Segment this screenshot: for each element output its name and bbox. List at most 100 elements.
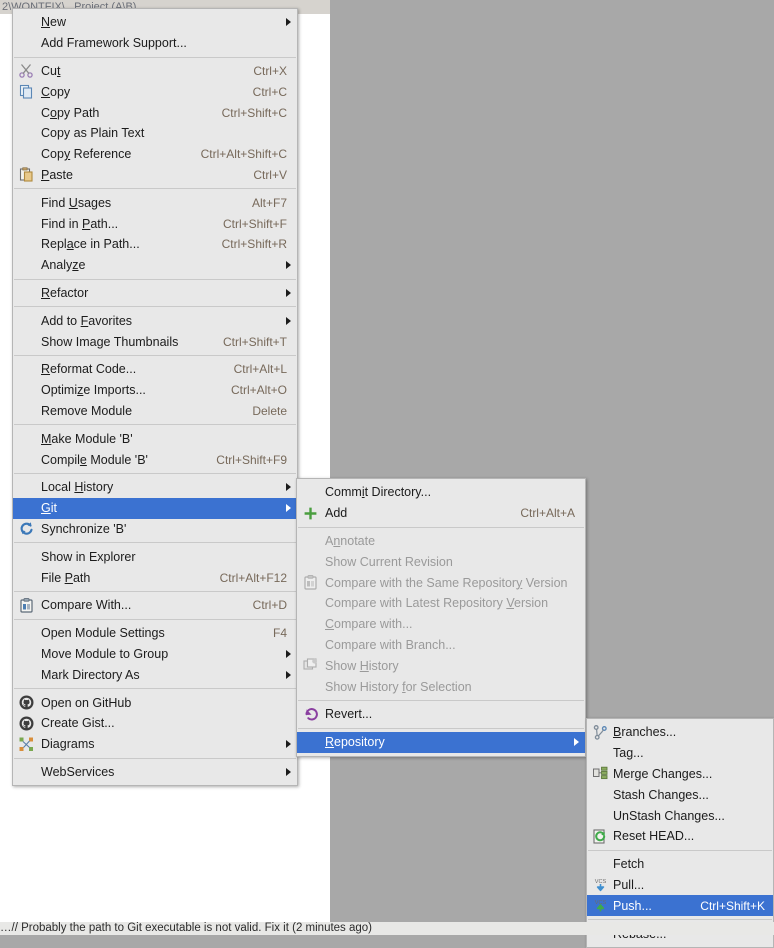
menu-item-accelerator: Ctrl+Alt+O	[230, 383, 287, 398]
menu-item-diagrams[interactable]: Diagrams	[13, 734, 297, 755]
project-context-menu[interactable]: New Add Framework Support... Cut Ctrl+X Copy…	[12, 8, 298, 787]
menu-separator	[14, 590, 296, 592]
menu-item-refactor[interactable]: Refactor	[13, 283, 297, 304]
menu-item-accelerator: Ctrl+C	[252, 84, 287, 99]
menu-item-add-framework-support[interactable]: Add Framework Support...	[13, 33, 297, 54]
menu-item-label: Show in Explorer	[41, 549, 136, 564]
menu-item-label: UnStash Changes...	[613, 808, 725, 823]
menu-item-label: Reformat Code...	[41, 362, 137, 377]
menu-separator	[588, 849, 772, 851]
menu-item-label: Optimize Imports...	[41, 383, 146, 398]
menu-item-show-in-explorer[interactable]: Show in Explorer	[13, 546, 297, 567]
menu-item-compare-with-branch: Compare with Branch...	[297, 635, 585, 656]
menu-separator	[14, 472, 296, 474]
menu-item-accelerator: Ctrl+V	[253, 167, 287, 182]
menu-item-find-in-path[interactable]: Find in Path... Ctrl+Shift+F	[13, 213, 297, 234]
repository-submenu[interactable]: Branches... Tag... Merge Changes... Stash C…	[586, 718, 774, 948]
status-bar: …// Probably the path to Git executable …	[0, 922, 774, 935]
menu-item-copy-reference[interactable]: Copy Reference Ctrl+Alt+Shift+C	[13, 144, 297, 165]
menu-item-label: Copy Path	[41, 105, 100, 120]
menu-item-remove-module[interactable]: Remove Module Delete	[13, 401, 297, 422]
menu-separator	[298, 727, 584, 729]
menu-item-show-image-thumbnails[interactable]: Show Image Thumbnails Ctrl+Shift+T	[13, 331, 297, 352]
vcs-push-icon: VCS	[592, 897, 609, 914]
compare-icon	[18, 597, 35, 614]
menu-item-create-gist[interactable]: Create Gist...	[13, 713, 297, 734]
menu-item-label: WebServices	[41, 764, 115, 779]
menu-item-local-history[interactable]: Local History	[13, 477, 297, 498]
menu-item-webservices[interactable]: WebServices	[13, 762, 297, 783]
menu-item-git[interactable]: Git	[13, 497, 297, 519]
menu-item-merge-changes[interactable]: Merge Changes...	[587, 764, 773, 785]
menu-item-label: Open Module Settings	[41, 626, 165, 641]
menu-item-accelerator: Ctrl+Shift+C	[221, 105, 287, 120]
menu-item-label: Compare with the Same Repository Version	[325, 575, 568, 590]
menu-item-pull[interactable]: VCS Pull...	[587, 875, 773, 896]
menu-item-revert[interactable]: Revert...	[297, 704, 585, 725]
menu-item-label: Make Module 'B'	[41, 431, 133, 446]
menu-item-find-usages[interactable]: Find Usages Alt+F7	[13, 192, 297, 213]
menu-item-accelerator: Ctrl+Shift+F9	[216, 452, 287, 467]
menu-item-accelerator: Ctrl+Alt+F12	[219, 570, 287, 585]
menu-item-label: Annotate	[325, 533, 376, 548]
menu-item-add-to-favorites[interactable]: Add to Favorites	[13, 310, 297, 331]
menu-item-cut[interactable]: Cut Ctrl+X	[13, 61, 297, 82]
menu-item-accelerator: Ctrl+Shift+T	[222, 334, 287, 349]
menu-item-analyze[interactable]: Analyze	[13, 255, 297, 276]
submenu-arrow-icon	[286, 261, 291, 270]
menu-item-copy[interactable]: Copy Ctrl+C	[13, 81, 297, 102]
menu-item-push[interactable]: VCS Push... Ctrl+Shift+K	[587, 895, 773, 917]
menu-item-label: Cut	[41, 63, 61, 78]
diagrams-icon	[18, 736, 35, 753]
compare-icon	[302, 574, 319, 591]
git-submenu[interactable]: Commit Directory... Add Ctrl+Alt+A Annotate…	[296, 478, 586, 757]
menu-item-move-module-to-group[interactable]: Move Module to Group	[13, 644, 297, 665]
menu-item-label: Paste	[41, 167, 73, 182]
menu-item-accelerator: F4	[272, 626, 287, 641]
menu-item-add[interactable]: Add Ctrl+Alt+A	[297, 503, 585, 524]
menu-item-copy-path[interactable]: Copy Path Ctrl+Shift+C	[13, 102, 297, 123]
menu-item-copy-as-plain-text[interactable]: Copy as Plain Text	[13, 123, 297, 144]
submenu-arrow-icon	[286, 483, 291, 492]
menu-item-branches[interactable]: Branches...	[587, 722, 773, 743]
menu-item-paste[interactable]: Paste Ctrl+V	[13, 165, 297, 186]
menu-item-label: Compare with Latest Repository Version	[325, 596, 549, 611]
menu-item-reformat-code[interactable]: Reformat Code... Ctrl+Alt+L	[13, 359, 297, 380]
menu-item-new[interactable]: New	[13, 12, 297, 33]
menu-item-label: Local History	[41, 480, 114, 495]
menu-item-accelerator: Delete	[252, 403, 287, 418]
menu-item-label: New	[41, 15, 67, 30]
github-icon	[18, 694, 35, 711]
menu-item-accelerator: Ctrl+X	[253, 63, 287, 78]
menu-item-accelerator: Ctrl+Shift+K	[700, 898, 765, 913]
menu-item-make-module-b[interactable]: Make Module 'B'	[13, 428, 297, 449]
submenu-arrow-icon	[286, 649, 291, 658]
menu-item-compare-with[interactable]: Compare With... Ctrl+D	[13, 595, 297, 616]
submenu-arrow-icon	[286, 18, 291, 27]
menu-item-unstash-changes[interactable]: UnStash Changes...	[587, 805, 773, 826]
scissors-icon	[18, 62, 35, 79]
menu-item-show-current-revision: Show Current Revision	[297, 551, 585, 572]
paste-icon	[18, 166, 35, 183]
menu-item-commit-directory[interactable]: Commit Directory...	[297, 482, 585, 503]
menu-item-label: Show Image Thumbnails	[41, 334, 179, 349]
menu-item-open-module-settings[interactable]: Open Module Settings F4	[13, 623, 297, 644]
menu-item-synchronize-b[interactable]: Synchronize 'B'	[13, 519, 297, 540]
menu-item-replace-in-path[interactable]: Replace in Path... Ctrl+Shift+R	[13, 234, 297, 255]
menu-item-label: Show History for Selection	[325, 679, 472, 694]
menu-separator	[14, 354, 296, 356]
menu-item-tag[interactable]: Tag...	[587, 743, 773, 764]
menu-item-file-path[interactable]: File Path Ctrl+Alt+F12	[13, 567, 297, 588]
menu-item-mark-directory-as[interactable]: Mark Directory As	[13, 664, 297, 685]
menu-item-reset-head[interactable]: Reset HEAD...	[587, 826, 773, 847]
menu-item-label: Stash Changes...	[613, 787, 709, 802]
menu-item-label: Compile Module 'B'	[41, 452, 148, 467]
menu-item-optimize-imports[interactable]: Optimize Imports... Ctrl+Alt+O	[13, 380, 297, 401]
menu-item-repository[interactable]: Repository	[297, 731, 585, 753]
menu-separator	[14, 306, 296, 308]
menu-item-compile-module-b[interactable]: Compile Module 'B' Ctrl+Shift+F9	[13, 449, 297, 470]
menu-item-stash-changes[interactable]: Stash Changes...	[587, 784, 773, 805]
menu-item-fetch[interactable]: Fetch	[587, 854, 773, 875]
copy-icon	[18, 83, 35, 100]
menu-item-open-on-github[interactable]: Open on GitHub	[13, 692, 297, 713]
